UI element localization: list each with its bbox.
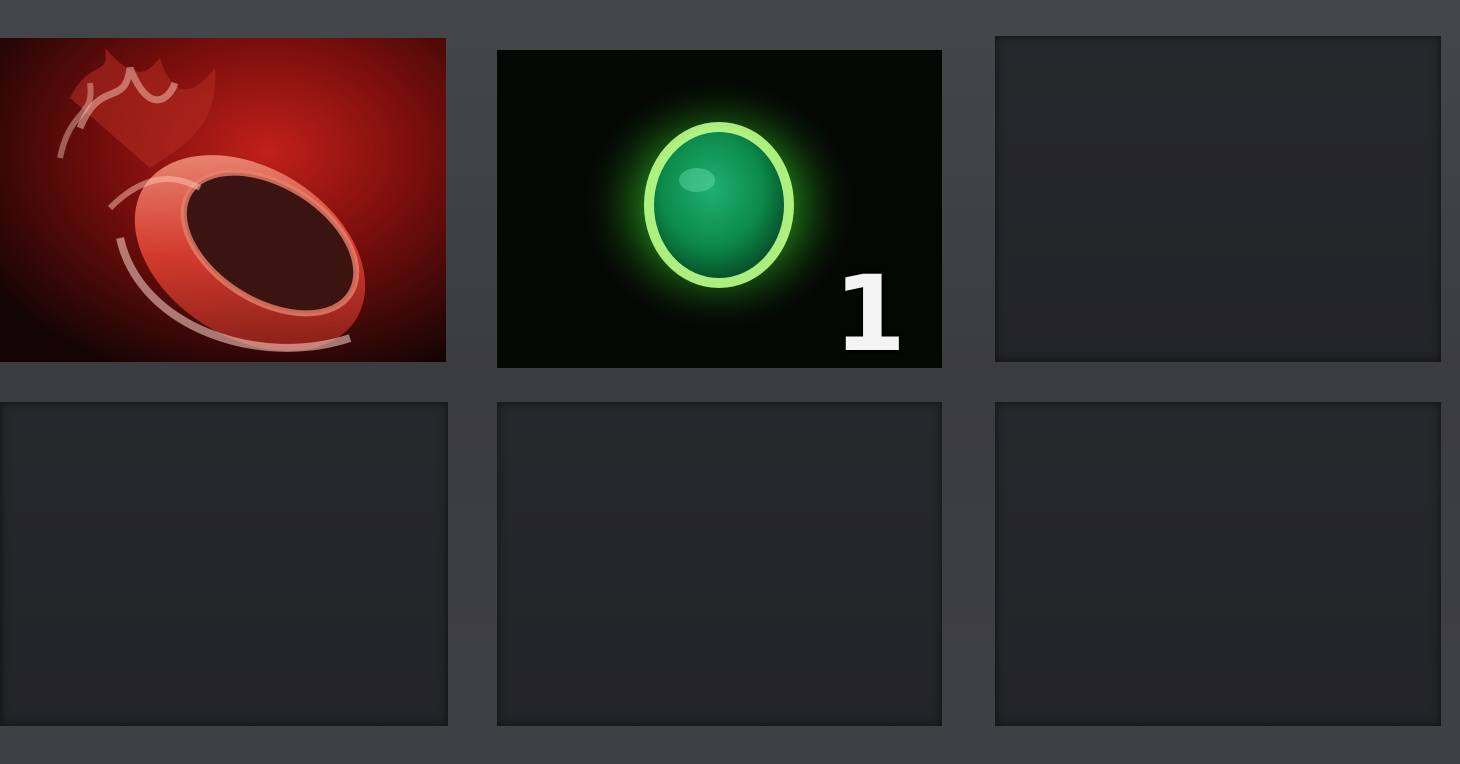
inventory-slot-empty[interactable] bbox=[995, 36, 1441, 362]
inventory-slot-empty[interactable] bbox=[0, 402, 448, 726]
stack-count: 1 bbox=[833, 253, 906, 368]
crimson-ring-icon bbox=[0, 38, 446, 362]
inventory-slot-crimson-ring[interactable] bbox=[0, 38, 446, 362]
inventory-slot-green-orb[interactable]: 1 bbox=[497, 50, 942, 368]
inventory-grid: 1 bbox=[0, 0, 1460, 764]
inventory-slot-empty[interactable] bbox=[995, 402, 1441, 726]
inventory-slot-empty[interactable] bbox=[497, 402, 942, 726]
